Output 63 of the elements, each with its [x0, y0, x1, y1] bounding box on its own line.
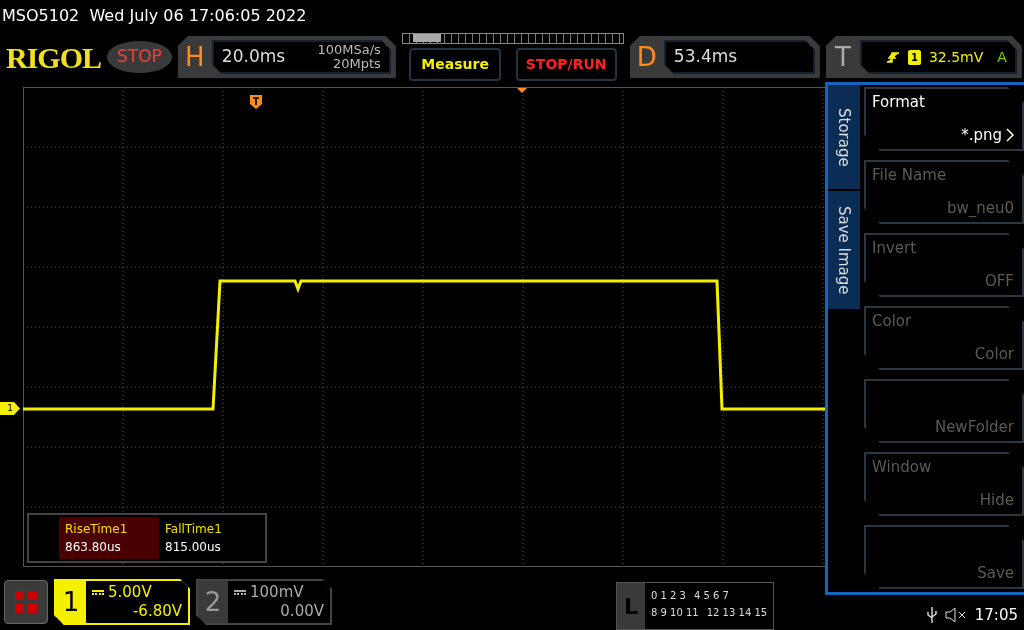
speaker-muted-icon	[944, 606, 967, 623]
logic-label: L	[623, 592, 639, 621]
trigger-label: T	[833, 40, 852, 74]
dc-coupling-icon	[234, 590, 246, 595]
channel-offset: -6.80V	[132, 602, 182, 620]
measure-button[interactable]: Measure	[409, 48, 502, 81]
horizontal-panel[interactable]: H 20.0ms 100MSa/s 20Mpts	[177, 36, 396, 78]
menu-item-value: *.png	[961, 124, 1002, 146]
navigation-button[interactable]	[4, 580, 48, 624]
dc-coupling-icon	[92, 590, 104, 595]
sample-rate: 100MSa/s	[317, 43, 381, 57]
delay-panel[interactable]: D 53.4ms	[629, 36, 820, 78]
trigger-mode: A	[997, 47, 1007, 67]
trigger-position-marker	[517, 88, 527, 93]
measurement-value: 863.80us	[65, 539, 122, 556]
trigger-level-marker	[250, 95, 262, 109]
timebase-value: 20.0ms	[221, 45, 286, 69]
menu-item-label: File Name	[872, 165, 948, 186]
menu-item[interactable]: Format *.png	[864, 87, 1024, 151]
channel-panel[interactable]: 2 100mV 0.00V	[196, 579, 332, 625]
usb-icon	[926, 605, 937, 624]
channel-scale: 5.00V	[108, 583, 152, 602]
chevron-right-icon	[1006, 127, 1014, 142]
menu-item-label: Window	[872, 457, 933, 478]
menu-item-value: NewFolder	[934, 416, 1014, 438]
delay-label: D	[635, 40, 658, 74]
channel-numbers: 4 5 6 7	[694, 589, 729, 603]
menu-item-value: Color	[974, 343, 1014, 365]
channel-number: 2	[203, 585, 223, 619]
menu-item-value: OFF	[984, 270, 1014, 292]
trigger-level: 32.5mV	[928, 47, 984, 67]
menu-item-label: Color	[872, 311, 913, 332]
run-state-indicator: STOP	[107, 41, 172, 73]
delay-value: 53.4ms	[673, 45, 738, 69]
channel-panel[interactable]: 1 5.00V -6.80V	[54, 579, 190, 625]
menu-tab[interactable]: Storage	[828, 85, 860, 189]
trigger-source-badge: 1	[907, 49, 921, 65]
channel-numbers: 8 9 10 11	[651, 606, 699, 620]
menu-item-label: Format	[872, 92, 926, 113]
measurement-name: RiseTime1	[65, 521, 129, 538]
menu-item-value: Hide	[979, 489, 1014, 511]
menu-item-value: bw_neu0	[946, 197, 1014, 219]
grid-icon	[15, 591, 37, 613]
channel-marker: 1	[0, 402, 20, 415]
channel-numbers: 0 1 2 3	[651, 589, 686, 603]
trigger-panel[interactable]: T 1 32.5mV A	[825, 36, 1022, 78]
stop-run-button[interactable]: STOP/RUN	[515, 48, 617, 81]
measurement-name: FallTime1	[165, 521, 223, 538]
title-text: MSO5102 Wed July 06 17:06:05 2022	[1, 5, 308, 27]
channel-offset: 0.00V	[280, 602, 324, 620]
menu-item-value: Save	[977, 562, 1014, 584]
menu-tab[interactable]: Save Image	[828, 191, 860, 309]
menu-item-label: Invert	[872, 238, 918, 259]
logo: RIGOL	[6, 39, 102, 76]
channel-scale: 100mV	[250, 583, 304, 602]
channel-number: 1	[61, 585, 81, 619]
logic-panel[interactable]: L 0 1 2 3 4 5 6 7 8 9 10 11 12 13 14 15	[616, 582, 775, 630]
horizontal-label: H	[184, 40, 206, 74]
clock-time: 17:05	[974, 604, 1018, 626]
memory-depth: 20Mpts	[331, 57, 381, 71]
channel-numbers: 12 13 14 15	[706, 606, 768, 620]
measurement-value: 815.00us	[165, 539, 222, 556]
rising-edge-icon	[885, 51, 900, 63]
